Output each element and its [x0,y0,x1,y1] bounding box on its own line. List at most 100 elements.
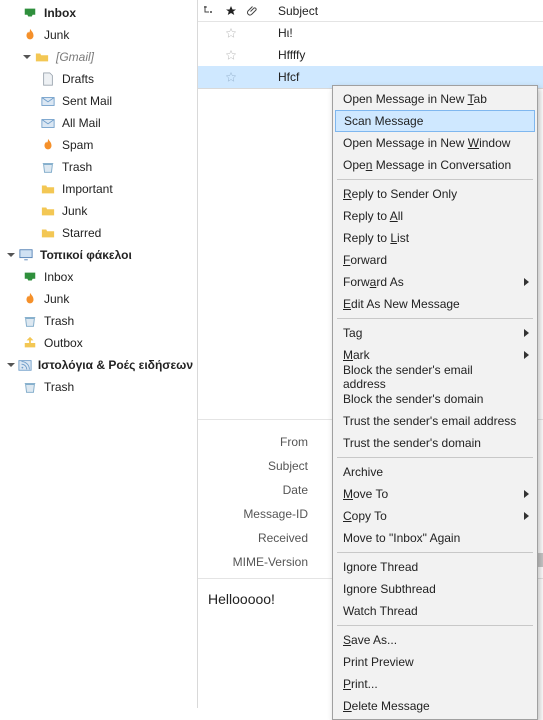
ctx-ignore-subthread[interactable]: Ignore Subthread [335,578,535,600]
star-toggle[interactable] [220,71,242,83]
ctx-open-window[interactable]: Open Message in New Window [335,132,535,154]
hdr-messageid-label: Message-ID [206,507,314,521]
context-menu[interactable]: Open Message in New Tab Scan Message Ope… [332,85,538,720]
folder-label: Important [62,182,113,196]
sidebar-item-allmail[interactable]: All Mail [0,112,197,134]
paper-icon [40,71,56,87]
folder-icon [40,203,56,219]
inbox-icon [22,269,38,285]
folder-label: Starred [62,226,101,240]
separator [337,552,533,553]
chevron-right-icon [524,490,529,498]
ctx-move-again[interactable]: Move to "Inbox" Again [335,527,535,549]
ctx-delete-message[interactable]: Delete Message [335,695,535,717]
message-row[interactable]: Hffffy [198,44,543,66]
separator [337,318,533,319]
chevron-right-icon [524,329,529,337]
ctx-forward-as[interactable]: Forward As [335,271,535,293]
star-toggle[interactable] [220,27,242,39]
hdr-date-label: Date [206,483,314,497]
section-local-folders[interactable]: Τοπικοί φάκελοι [0,244,197,266]
sidebar-item-local-trash[interactable]: Trash [0,310,197,332]
sidebar-item-local-inbox[interactable]: Inbox [0,266,197,288]
section-feeds[interactable]: Ιστολόγια & Ροές ειδήσεων [0,354,197,376]
sidebar-item-drafts[interactable]: Drafts [0,68,197,90]
ctx-block-domain[interactable]: Block the sender's domain [335,388,535,410]
ctx-edit-as-new[interactable]: Edit As New Message [335,293,535,315]
twisty-down-icon[interactable] [6,360,15,370]
sidebar-item-junk2[interactable]: Junk [0,200,197,222]
twisty-down-icon[interactable] [6,250,16,260]
ctx-open-tab[interactable]: Open Message in New Tab [335,88,535,110]
folder-label: Spam [62,138,93,152]
star-column-icon[interactable] [220,5,242,17]
sidebar-item-feeds-trash[interactable]: Trash [0,376,197,398]
star-toggle[interactable] [220,49,242,61]
ctx-watch-thread[interactable]: Watch Thread [335,600,535,622]
sidebar-item-important[interactable]: Important [0,178,197,200]
sidebar-item-gmail[interactable]: [Gmail] [0,46,197,68]
body-text: Hellooooo! [208,591,275,607]
fire-icon [40,137,56,153]
ctx-open-conversation[interactable]: Open Message in Conversation [335,154,535,176]
sidebar-item-local-outbox[interactable]: Outbox [0,332,197,354]
folder-label: Junk [44,28,69,42]
twisty-down-icon[interactable] [22,52,32,62]
monitor-icon [18,247,34,263]
trash-icon [40,159,56,175]
section-label: Ιστολόγια & Ροές ειδήσεων [38,358,193,372]
ctx-reply-list[interactable]: Reply to List [335,227,535,249]
sidebar-item-inbox[interactable]: Inbox [0,2,197,24]
sidebar-item-spam[interactable]: Spam [0,134,197,156]
ctx-reply-sender[interactable]: Reply to Sender Only [335,183,535,205]
outbox-icon [22,335,38,351]
ctx-scan-message[interactable]: Scan Message [335,110,535,132]
folder-icon [40,225,56,241]
ctx-trust-domain[interactable]: Trust the sender's domain [335,432,535,454]
ctx-block-address[interactable]: Block the sender's email address [335,366,535,388]
message-subject: Hfcf [264,70,543,84]
message-subject: Hffffy [264,48,543,62]
folder-label: Inbox [44,270,73,284]
attachment-column-icon[interactable] [242,5,264,17]
sidebar-item-starred[interactable]: Starred [0,222,197,244]
sidebar-item-local-junk[interactable]: Junk [0,288,197,310]
message-row[interactable]: Hι! [198,22,543,44]
hdr-received-label: Received [206,531,314,545]
hdr-mime-label: MIME-Version [206,555,314,569]
ctx-print[interactable]: Print... [335,673,535,695]
section-label: Τοπικοί φάκελοι [40,248,132,262]
ctx-forward[interactable]: Forward [335,249,535,271]
fire-icon [22,27,38,43]
folder-label: All Mail [62,116,101,130]
folder-label: Inbox [44,6,76,20]
folder-icon [34,49,50,65]
sidebar-item-trash-gmail[interactable]: Trash [0,156,197,178]
chevron-right-icon [524,351,529,359]
separator [337,179,533,180]
ctx-ignore-thread[interactable]: Ignore Thread [335,556,535,578]
ctx-move-to[interactable]: Move To [335,483,535,505]
folder-label: Trash [44,380,74,394]
ctx-trust-address[interactable]: Trust the sender's email address [335,410,535,432]
ctx-archive[interactable]: Archive [335,461,535,483]
chevron-right-icon [524,512,529,520]
message-list[interactable]: Subject Hι! Hffffy [198,0,543,89]
ctx-reply-all[interactable]: Reply to All [335,205,535,227]
trash-icon [22,379,38,395]
message-list-header[interactable]: Subject [198,0,543,22]
ctx-save-as[interactable]: Save As... [335,629,535,651]
ctx-copy-to[interactable]: Copy To [335,505,535,527]
sidebar-item-junk[interactable]: Junk [0,24,197,46]
ctx-print-preview[interactable]: Print Preview [335,651,535,673]
ctx-tag[interactable]: Tag [335,322,535,344]
hdr-from-label: From [206,435,314,449]
fire-icon [22,291,38,307]
subject-column-header[interactable]: Subject [264,4,543,18]
folder-tree[interactable]: Inbox Junk [Gmail] Drafts [0,0,198,708]
folder-label: Trash [44,314,74,328]
separator [337,457,533,458]
thread-column-icon[interactable] [198,5,220,17]
sidebar-item-sentmail[interactable]: Sent Mail [0,90,197,112]
chevron-right-icon [524,278,529,286]
